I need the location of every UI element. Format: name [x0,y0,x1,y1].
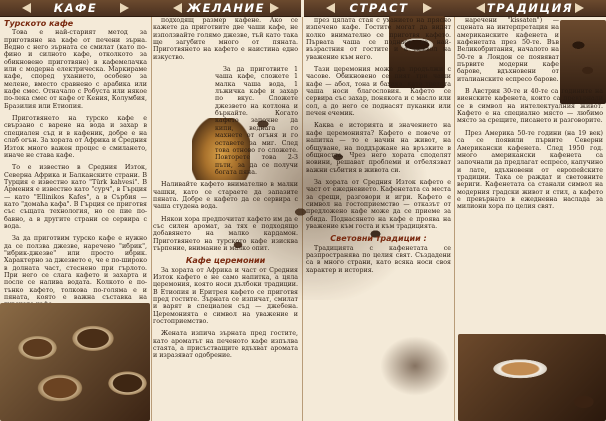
paragraph: Наливайте кафето внимателно в малки чашк… [153,181,298,211]
banner-kafe-label: КАФЕ [53,1,98,15]
paragraph: Жената изпича зърната пред гостите, като… [153,330,298,360]
arrow-left-icon [326,3,335,13]
column-divider [151,17,152,421]
paragraph: подходящ размер кафене. Ако се кажете да… [153,17,298,61]
paragraph: Приготвянето на турско кафе е свързано с… [4,115,147,159]
paragraph: За хората от Африка и част от Средния Из… [153,266,298,326]
column-strast: през цялата стая с уханието на прясно из… [306,17,451,421]
banner-kafe: КАФЕ [0,0,151,17]
paragraph: Някои хора предпочитат кафето им да е съ… [153,215,298,252]
paragraph: през цялата стая с уханието на прясно из… [306,17,451,61]
paragraph: То е известно в Средния Изток, Северна А… [4,164,147,230]
column-divider [454,17,455,421]
arrow-left-icon [476,3,485,13]
banner-traditsiya-label: ТРАДИЦИЯ [486,1,574,15]
subtitle-turkish-coffee: Турското кафе [4,19,74,28]
arrow-right-icon [120,3,129,13]
banner-traditsiya: ТРАДИЦИЯ [454,0,606,17]
banner-strast-label: СТРАСТ [349,1,409,15]
column-kafe: Турското кафе Това е най-старият метод з… [4,17,147,303]
arrow-right-icon [270,3,279,13]
paragraph: Каква е историята и значението на кафе ц… [306,122,451,174]
banner-strast: СТРАСТ [304,0,454,17]
coffee-sacks-image [0,303,150,421]
paragraph: За да приготвите 1 чаша кафе, сложете 1 … [215,66,298,176]
arrow-left-icon [22,3,31,13]
paragraph: Тази церемония може да продължи с часове… [306,66,451,118]
paragraph: Традицията с кафенетата се разпространяв… [306,244,451,274]
arrow-right-icon [575,3,584,13]
brochure-page: КАФЕ ЖЕЛАНИЕ СТРАСТ ТРАДИЦИЯ Турското ка… [0,0,606,421]
paragraph: За хората от Средния Изток кафето е част… [306,178,451,230]
cappuccino-cup-image [458,334,606,421]
arrow-left-icon [173,3,182,13]
banner-zhelanie-label: ЖЕЛАНИЕ [187,1,265,15]
paragraph: Това е най-старият метод за приготвяне н… [4,29,147,110]
banner-zhelanie: ЖЕЛАНИЕ [151,0,301,17]
paragraph: През Америка 50-те години (на 19 век) са… [457,129,603,211]
subtitle-coffee-ceremonies: Кафе церемонии [185,256,266,266]
paragraph: В Австрия 30-те и 40-те са годините на в… [457,88,603,125]
column-traditsiya: наречени "kissaten") — сцената на интерп… [457,17,603,333]
arrow-right-icon [423,3,432,13]
subtitle-world-traditions: Световни традиции : [330,234,427,244]
column-zhelanie: подходящ размер кафене. Ако се кажете да… [153,17,298,421]
paragraph: За да приготвим турско кафе е нужно да с… [4,235,147,303]
paragraph: наречени "kissaten") — сцената на интерп… [457,17,559,83]
